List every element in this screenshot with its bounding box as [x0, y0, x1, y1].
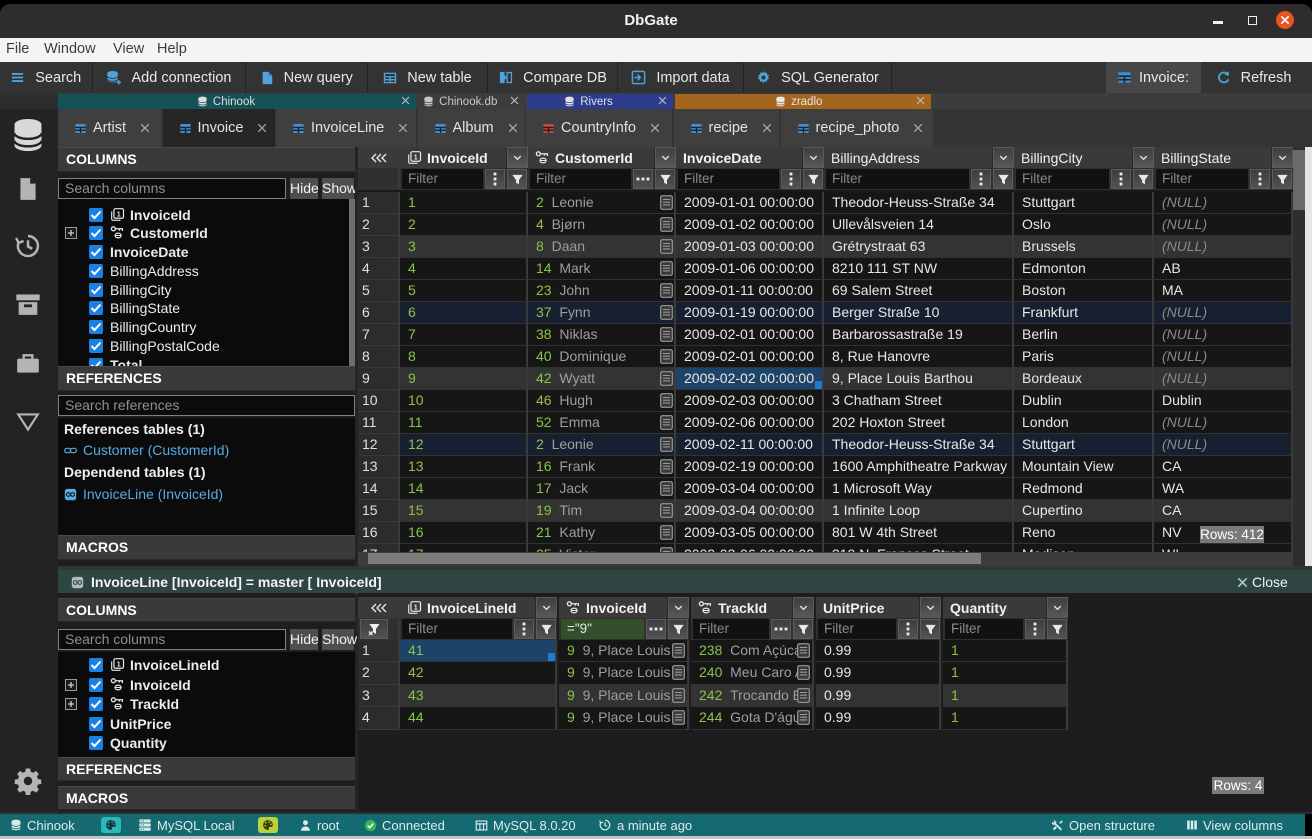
svg-text:1: 1	[117, 661, 121, 668]
svg-text:1: 1	[117, 211, 121, 218]
svg-text:1: 1	[414, 154, 418, 161]
svg-text:1: 1	[414, 604, 418, 611]
